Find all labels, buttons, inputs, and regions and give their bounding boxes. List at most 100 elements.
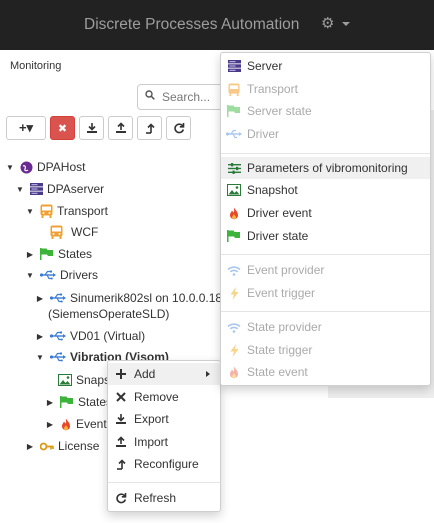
add-submenu: Server Transport Server state Driver Par… <box>220 52 431 386</box>
cogs-icon[interactable]: ⚙ <box>321 14 334 32</box>
tree-node-dpaserver[interactable]: ▼ DPAserver <box>14 179 104 199</box>
submenu-event-provider: Event provider <box>221 259 430 281</box>
section-label: Monitoring <box>10 60 62 72</box>
caret-right-icon[interactable]: ▶ <box>44 418 56 430</box>
search-box[interactable] <box>137 84 223 110</box>
context-menu-add[interactable]: Add <box>108 363 220 385</box>
tree-node-child-events[interactable]: ▶ Events <box>44 414 113 434</box>
menu-label: Server <box>247 59 283 73</box>
submenu-event-trigger: Event trigger <box>221 282 430 304</box>
search-input[interactable] <box>162 89 222 105</box>
tree-node-license[interactable]: ▶ License <box>24 436 99 456</box>
refresh-icon <box>113 492 129 504</box>
tree-label: DPAserver <box>47 182 105 196</box>
menu-label: Add <box>134 367 156 381</box>
picture-icon <box>58 374 72 386</box>
fire-icon <box>226 207 242 220</box>
submenu-arrow-icon <box>206 371 210 377</box>
caret-down-icon[interactable]: ▼ <box>4 161 16 173</box>
caret-right-icon[interactable]: ▶ <box>24 248 36 260</box>
flag-icon <box>60 396 74 408</box>
submenu-state-provider: State provider <box>221 316 430 338</box>
bus-icon <box>40 204 53 218</box>
menu-label: Import <box>134 435 169 449</box>
export-button[interactable] <box>79 116 104 140</box>
caret-right-icon[interactable]: ▶ <box>44 396 56 408</box>
usb-icon <box>50 331 66 341</box>
caret-right-icon[interactable]: ▶ <box>34 292 46 304</box>
menu-label: Transport <box>247 82 298 96</box>
menu-label: State provider <box>247 320 322 334</box>
bus-icon <box>226 83 242 96</box>
submenu-driver: Driver <box>221 123 430 145</box>
usb-icon <box>40 270 56 280</box>
context-menu-import[interactable]: Import <box>108 431 220 453</box>
plus-caret-icon: +▾ <box>18 120 34 135</box>
import-button[interactable] <box>108 116 133 140</box>
menu-divider <box>108 482 220 483</box>
wifi-icon <box>226 322 242 333</box>
menu-label: Driver event <box>247 206 312 220</box>
tree-node-driver-vd01[interactable]: ▶ VD01 (Virtual) <box>34 326 145 346</box>
fire-icon <box>60 418 72 431</box>
context-menu-refresh[interactable]: Refresh <box>108 487 220 509</box>
tree-node-wcf[interactable]: WCF <box>50 222 98 242</box>
menu-label: Event provider <box>247 263 325 277</box>
fire-icon <box>226 366 242 379</box>
menu-label: State trigger <box>247 343 313 357</box>
caret-down-icon[interactable]: ▼ <box>24 269 36 281</box>
submenu-driver-state[interactable]: Driver state <box>221 225 430 247</box>
caret-right-icon[interactable]: ▶ <box>24 440 36 452</box>
menu-label: Reconfigure <box>134 457 199 471</box>
submenu-state-trigger: State trigger <box>221 339 430 361</box>
key-icon <box>40 441 54 452</box>
times-icon <box>113 392 129 402</box>
tree-node-child-states[interactable]: ▶ States <box>44 392 112 412</box>
menu-label: Parameters of vibromonitoring <box>247 161 408 175</box>
level-up-icon <box>145 123 155 134</box>
submenu-server[interactable]: Server <box>221 55 430 77</box>
context-menu-remove[interactable]: Remove <box>108 386 220 408</box>
caret-down-icon[interactable]: ▼ <box>14 183 26 195</box>
submenu-parameters-vibromonitoring[interactable]: Parameters of vibromonitoring <box>221 157 430 179</box>
globe-icon <box>20 161 33 174</box>
menu-label: Remove <box>134 390 179 404</box>
context-menu-export[interactable]: Export <box>108 408 220 430</box>
tree-label: VD01 (Virtual) <box>70 329 146 343</box>
picture-icon <box>226 184 242 196</box>
bolt-icon <box>226 343 242 357</box>
menu-divider <box>221 311 430 312</box>
caret-down-icon[interactable]: ▼ <box>34 351 46 363</box>
tree-label-continuation: (SiemensOperateSLD) <box>48 307 170 321</box>
tree-label: Sinumerik802sl on 10.0.0.18 <box>70 291 223 305</box>
context-menu-reconfigure[interactable]: Reconfigure <box>108 453 220 475</box>
app-title: Discrete Processes Automation <box>84 16 300 33</box>
server-icon <box>30 183 43 195</box>
refresh-button[interactable] <box>166 116 191 140</box>
caret-down-icon[interactable]: ▼ <box>24 205 36 217</box>
menu-label: Snapshot <box>247 183 298 197</box>
flag-icon <box>226 230 242 242</box>
caret-down-icon[interactable] <box>342 22 350 26</box>
menu-label: Event trigger <box>247 286 316 300</box>
times-icon: ✖ <box>57 122 68 135</box>
tree-node-driver-sinumerik[interactable]: ▶ Sinumerik802sl on 10.0.0.18 <box>34 288 222 308</box>
tree-label: License <box>58 439 100 453</box>
tree-node-states[interactable]: ▶ States <box>24 244 92 264</box>
caret-right-icon[interactable]: ▶ <box>34 330 46 342</box>
tree-node-dpahost[interactable]: ▼ DPAHost <box>4 157 85 177</box>
remove-button[interactable]: ✖ <box>50 116 75 140</box>
usb-icon <box>50 293 66 303</box>
submenu-transport: Transport <box>221 78 430 100</box>
menu-label: Driver state <box>247 229 309 243</box>
reconfigure-button[interactable] <box>137 116 162 140</box>
submenu-snapshot[interactable]: Snapshot <box>221 179 430 201</box>
tree-node-transport[interactable]: ▼ Transport <box>24 201 108 221</box>
context-menu: Add Remove Export Import Reconfigure Ref… <box>107 360 221 512</box>
flag-icon <box>40 248 54 260</box>
add-dropdown-button[interactable]: +▾ <box>6 116 46 140</box>
server-icon <box>226 60 242 72</box>
submenu-driver-event[interactable]: Driver event <box>221 202 430 224</box>
tree-node-drivers[interactable]: ▼ Drivers <box>24 265 98 285</box>
tree-label: WCF <box>71 225 99 239</box>
